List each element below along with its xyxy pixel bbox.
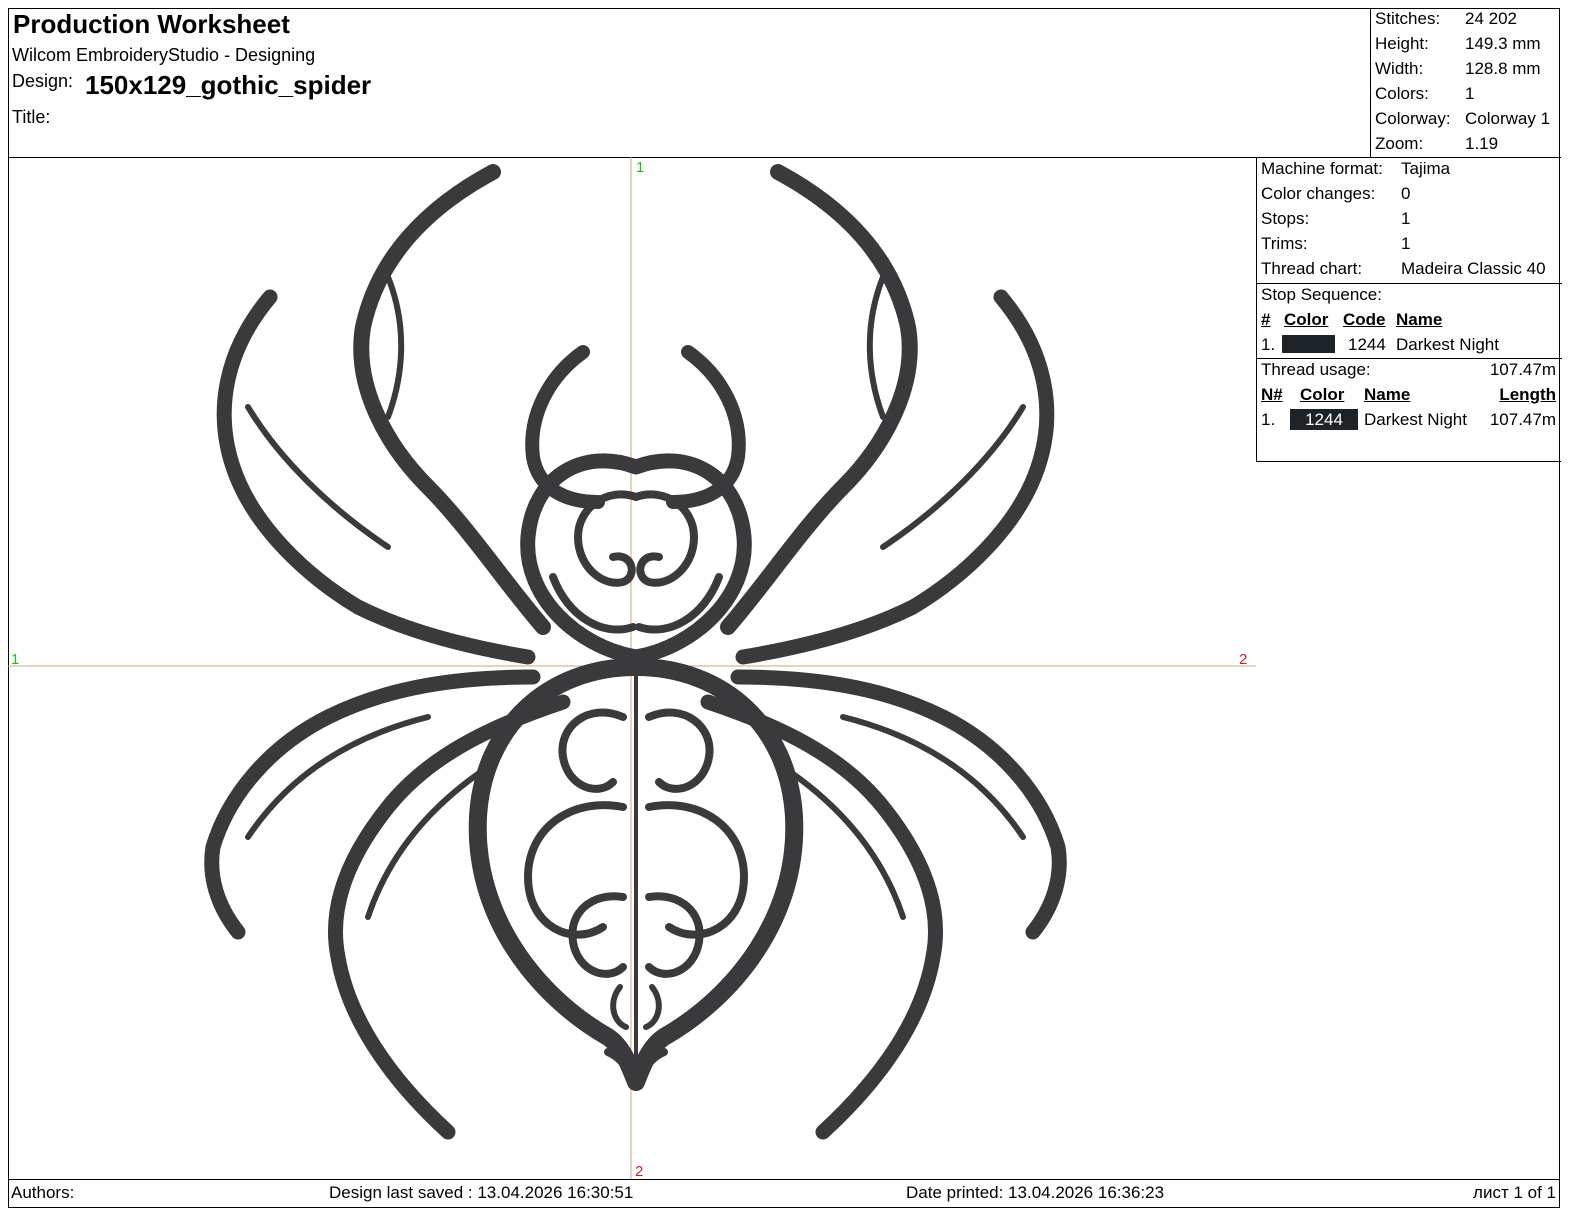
trims-label: Trims: xyxy=(1261,234,1308,253)
stop-seq-header-code: Code xyxy=(1343,310,1386,329)
height-value: 149.3 mm xyxy=(1465,34,1541,53)
thread-usage-total: 107.47m xyxy=(1489,360,1556,379)
worksheet-header: Production Worksheet Wilcom EmbroiderySt… xyxy=(8,8,1371,158)
thread-header-length: Length xyxy=(1499,385,1556,404)
stop-seq-row-num: 1. xyxy=(1261,335,1276,354)
title-label: Title: xyxy=(12,107,51,127)
height-label: Height: xyxy=(1375,34,1429,53)
divider xyxy=(1257,283,1562,284)
page-number: лист 1 of 1 xyxy=(1473,1183,1556,1202)
stop-seq-color-swatch xyxy=(1282,335,1335,353)
gothic-spider-embroidery xyxy=(204,164,1067,1140)
stop-sequence-title: Stop Sequence: xyxy=(1261,285,1382,304)
stops-label: Stops: xyxy=(1261,209,1310,228)
thread-chart-label: Thread chart: xyxy=(1261,259,1363,278)
color-changes-value: 0 xyxy=(1401,184,1411,203)
thread-header-num: N# xyxy=(1261,385,1283,404)
design-name: 150x129_gothic_spider xyxy=(85,70,372,100)
date-printed: Date printed: 13.04.2026 16:36:23 xyxy=(906,1183,1165,1202)
colorway-value: Colorway 1 xyxy=(1465,109,1551,128)
colorway-label: Colorway: xyxy=(1375,109,1451,128)
thread-header-color: Color xyxy=(1300,385,1345,404)
thread-row-length: 107.47m xyxy=(1489,410,1556,429)
color-changes-label: Color changes: xyxy=(1261,184,1376,203)
app-name: Wilcom EmbroideryStudio - Designing xyxy=(12,45,316,65)
authors-label: Authors: xyxy=(11,1183,75,1202)
thread-chart-value: Madeira Classic 40 xyxy=(1401,259,1546,278)
width-label: Width: xyxy=(1375,59,1424,78)
stop-seq-header-color: Color xyxy=(1284,310,1329,329)
thread-row-name: Darkest Night xyxy=(1364,410,1467,429)
zoom-label: Zoom: xyxy=(1375,134,1424,153)
marker-top: 1 xyxy=(636,159,644,176)
thread-color-swatch: 1244 xyxy=(1290,409,1358,430)
zoom-value: 1.19 xyxy=(1465,134,1499,153)
design-summary: Stitches: 24 202 Height: 149.3 mm Width:… xyxy=(1370,8,1561,158)
marker-right: 2 xyxy=(1239,651,1247,668)
last-saved: Design last saved : 13.04.2026 16:30:51 xyxy=(329,1183,634,1202)
stop-seq-header-name: Name xyxy=(1396,310,1443,329)
trims-value: 1 xyxy=(1401,234,1411,253)
stop-seq-row-code: 1244 xyxy=(1348,335,1386,354)
stitches-label: Stitches: xyxy=(1375,9,1441,28)
colors-value: 1 xyxy=(1465,84,1475,103)
stitches-value: 24 202 xyxy=(1465,9,1517,28)
divider xyxy=(1257,358,1562,359)
stop-seq-header-num: # xyxy=(1261,310,1271,329)
colors-label: Colors: xyxy=(1375,84,1429,103)
page-title: Production Worksheet xyxy=(13,9,290,39)
thread-header-name: Name xyxy=(1364,385,1411,404)
width-value: 128.8 mm xyxy=(1465,59,1541,78)
marker-bottom: 2 xyxy=(635,1163,643,1179)
worksheet-footer: Authors: Design last saved : 13.04.2026 … xyxy=(8,1179,1560,1208)
marker-left: 1 xyxy=(11,651,19,668)
machine-info-panel: Machine format: Tajima Color changes: 0 … xyxy=(1256,157,1562,462)
design-canvas: 1 1 2 2 xyxy=(8,157,1256,1179)
design-label: Design: xyxy=(12,71,74,91)
machine-format-label: Machine format: xyxy=(1261,159,1383,178)
thread-row-num: 1. xyxy=(1261,410,1276,429)
machine-format-value: Tajima xyxy=(1401,159,1451,178)
stops-value: 1 xyxy=(1401,209,1411,228)
thread-usage-title: Thread usage: xyxy=(1261,360,1371,379)
stop-seq-row-name: Darkest Night xyxy=(1396,335,1499,354)
